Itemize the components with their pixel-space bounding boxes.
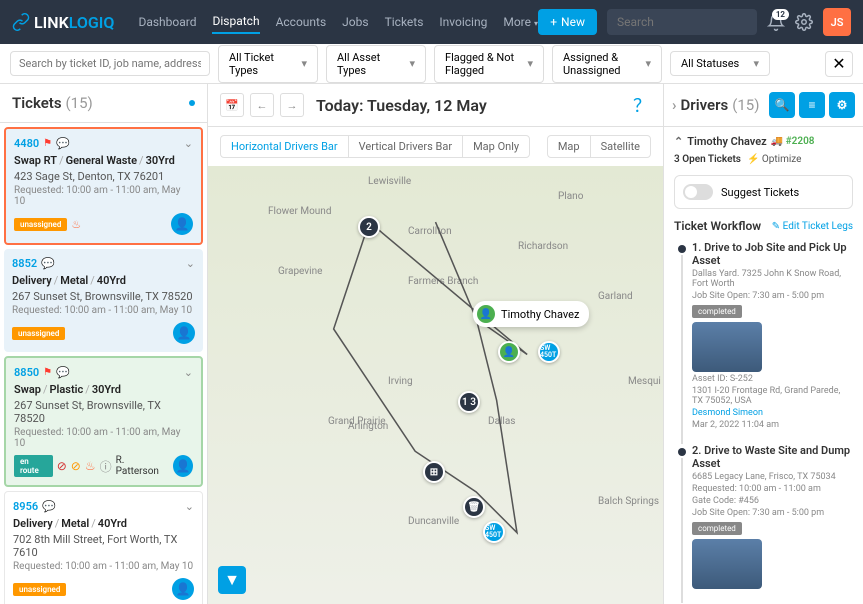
view-tab[interactable]: Horizontal Drivers Bar <box>221 136 349 157</box>
ticket-card[interactable]: 4480⚑💬⌄ Swap RT/General Waste/30Yrd 423 … <box>4 127 203 245</box>
drivers-panel-header: › Drivers (15) 🔍 ≡ ⚙ <box>664 84 863 127</box>
map-marker-asset[interactable]: SW 450T <box>538 341 560 363</box>
settings-icon[interactable] <box>795 13 813 31</box>
map-marker[interactable]: ⊞ <box>423 461 445 483</box>
map-marker[interactable]: 2 <box>358 216 380 238</box>
user-avatar[interactable]: JS <box>823 8 851 36</box>
map-marker-asset[interactable]: SW 450T <box>483 521 505 543</box>
help-icon[interactable]: ？ <box>633 92 651 118</box>
ticket-card[interactable]: 8956💬⌄ Delivery/Metal/40Yrd 702 8th Mill… <box>4 491 203 604</box>
flagged-dropdown[interactable]: Flagged & Not Flagged▾ <box>434 45 544 83</box>
nav-dashboard[interactable]: Dashboard <box>138 11 196 33</box>
map-view-tabs: Horizontal Drivers BarVertical Drivers B… <box>208 127 663 166</box>
workflow-step: 2. Drive to Waste Site and Dump Asset668… <box>674 444 853 589</box>
driver-sort-button[interactable]: ≡ <box>799 92 825 118</box>
nav-dispatch[interactable]: Dispatch <box>212 10 259 34</box>
nav-invoicing[interactable]: Invoicing <box>439 11 487 33</box>
driver-popover[interactable]: 👤Timothy Chavez <box>473 301 589 327</box>
tickets-panel-header: Tickets (15) <box>0 84 207 123</box>
prev-day-button[interactable]: ← <box>250 93 274 117</box>
open-tickets-line: 3 Open Tickets ⚡ Optimize <box>674 154 853 165</box>
map-marker-driver[interactable]: 👤 <box>498 341 520 363</box>
map-type-tab[interactable]: Map <box>548 136 591 157</box>
ticket-card[interactable]: 8850⚑💬⌄ Swap/Plastic/30Yrd 267 Sunset St… <box>4 356 203 487</box>
map-type-tab[interactable]: Satellite <box>591 136 650 157</box>
global-search-input[interactable] <box>607 9 757 35</box>
next-day-button[interactable]: → <box>280 93 304 117</box>
topbar: LINKLOGIQ Dashboard Dispatch Accounts Jobs T… <box>0 0 863 44</box>
logo: LINKLOGIQ <box>12 13 114 32</box>
main-nav: Dashboard Dispatch Accounts Jobs Tickets Invo… <box>138 10 538 34</box>
ticket-list: 4480⚑💬⌄ Swap RT/General Waste/30Yrd 423 … <box>0 123 207 604</box>
edit-legs-link[interactable]: ✎ Edit Ticket Legs <box>772 221 853 232</box>
chevron-up-icon: ⌃ <box>674 135 683 148</box>
assigned-dropdown[interactable]: Assigned & Unassigned▾ <box>552 45 662 83</box>
center-header: 📅 ← → Today: Tuesday, 12 May ？ <box>208 84 663 127</box>
ticket-card[interactable]: 8852💬⌄ Delivery/Metal/40Yrd 267 Sunset S… <box>4 249 203 352</box>
date-title: Today: Tuesday, 12 May <box>316 96 487 115</box>
map-marker[interactable]: 1 3 <box>458 391 480 413</box>
new-button[interactable]: + New <box>538 9 597 35</box>
map-area[interactable]: LewisvillePlanoFlower MoundCarrolltonRic… <box>208 166 663 604</box>
calendar-icon[interactable]: 📅 <box>220 93 244 117</box>
driver-settings-button[interactable]: ⚙ <box>829 92 855 118</box>
nav-jobs[interactable]: Jobs <box>342 11 368 33</box>
selected-driver[interactable]: ⌃ Timothy Chavez 🚚 #2208 <box>674 135 853 148</box>
filter-bar: All Ticket Types▾ All Asset Types▾ Flagg… <box>0 44 863 84</box>
driver-search-button[interactable]: 🔍 <box>769 92 795 118</box>
optimize-link[interactable]: ⚡ Optimize <box>747 154 802 165</box>
statuses-dropdown[interactable]: All Statuses▾ <box>670 51 770 76</box>
nav-accounts[interactable]: Accounts <box>276 11 327 33</box>
nav-tickets[interactable]: Tickets <box>385 11 424 33</box>
map-marker[interactable]: 🗑 <box>463 496 485 518</box>
close-filter-button[interactable]: ✕ <box>825 51 853 77</box>
truck-icon: 🚚 #2208 <box>771 136 815 147</box>
asset-types-dropdown[interactable]: All Asset Types▾ <box>326 45 426 83</box>
view-tab[interactable]: Map Only <box>463 136 529 157</box>
notifications-icon[interactable]: 12 <box>767 13 785 31</box>
ticket-search-input[interactable] <box>10 51 210 76</box>
toggle-switch[interactable] <box>683 184 713 200</box>
chevron-right-icon: › <box>672 96 677 114</box>
view-tab[interactable]: Vertical Drivers Bar <box>349 136 463 157</box>
map-filter-button[interactable]: ▼ <box>218 566 246 594</box>
ticket-types-dropdown[interactable]: All Ticket Types▾ <box>218 45 318 83</box>
nav-more[interactable]: More ▾ <box>503 11 538 33</box>
workflow-step: 1. Drive to Job Site and Pick Up AssetDa… <box>674 241 853 430</box>
suggest-tickets-toggle[interactable]: Suggest Tickets <box>674 175 853 209</box>
